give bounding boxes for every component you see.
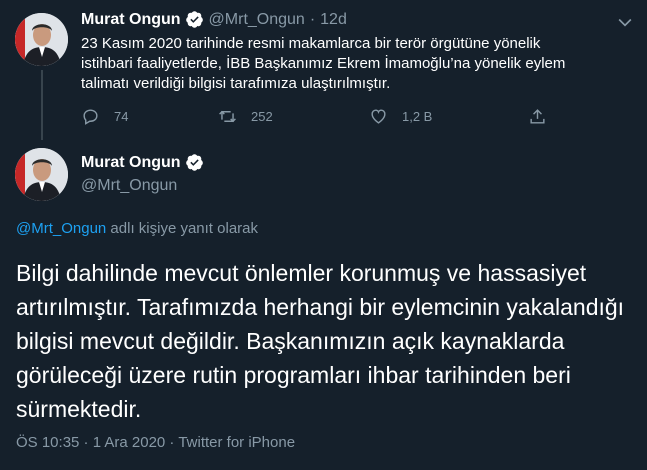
handle[interactable]: @Mrt_Ongun	[81, 177, 177, 195]
reply-mention-link[interactable]: @Mrt_Ongun	[16, 220, 106, 237]
tweet-header: Murat Ongun @Mrt_Ongun · 12d	[81, 10, 347, 29]
retweet-icon	[219, 110, 236, 123]
reply-icon	[83, 109, 98, 125]
reply-context-label: adlı kişiye yanıt olarak	[106, 220, 259, 237]
tweet-actions: 74 252 1,2 B	[81, 107, 581, 127]
verified-badge-icon	[185, 154, 203, 171]
avatar[interactable]	[15, 13, 68, 66]
display-name[interactable]: Murat Ongun	[81, 11, 181, 29]
tweet-time[interactable]: 12d	[320, 11, 347, 29]
reply-button[interactable]: 74	[81, 107, 128, 126]
reply-count: 74	[114, 109, 129, 124]
thread-line	[41, 70, 43, 140]
display-name[interactable]: Murat Ongun	[81, 154, 181, 172]
avatar[interactable]	[15, 148, 68, 201]
retweet-button[interactable]: 252	[218, 107, 273, 126]
tweet-text: 23 Kasım 2020 tarihinde resmi makamlarca…	[81, 35, 566, 92]
tweet-timestamp[interactable]: ÖS 10:35 · 1 Ara 2020 · Twitter for iPho…	[16, 434, 295, 451]
retweet-count: 252	[251, 109, 273, 124]
like-button[interactable]: 1,2 B	[369, 107, 432, 126]
like-icon	[371, 109, 386, 124]
tweet-header: Murat Ongun	[81, 153, 204, 172]
like-count: 1,2 B	[402, 109, 433, 124]
chevron-down-icon[interactable]	[615, 12, 635, 32]
reply-context: @Mrt_Ongun adlı kişiye yanıt olarak	[16, 220, 258, 237]
handle[interactable]: @Mrt_Ongun	[209, 11, 305, 29]
verified-badge-icon	[185, 11, 203, 28]
share-button[interactable]	[528, 107, 561, 126]
share-icon	[530, 109, 545, 124]
tweet-text: Bilgi dahilinde mevcut önlemler korunmuş…	[16, 260, 625, 422]
separator-dot: ·	[309, 10, 316, 28]
